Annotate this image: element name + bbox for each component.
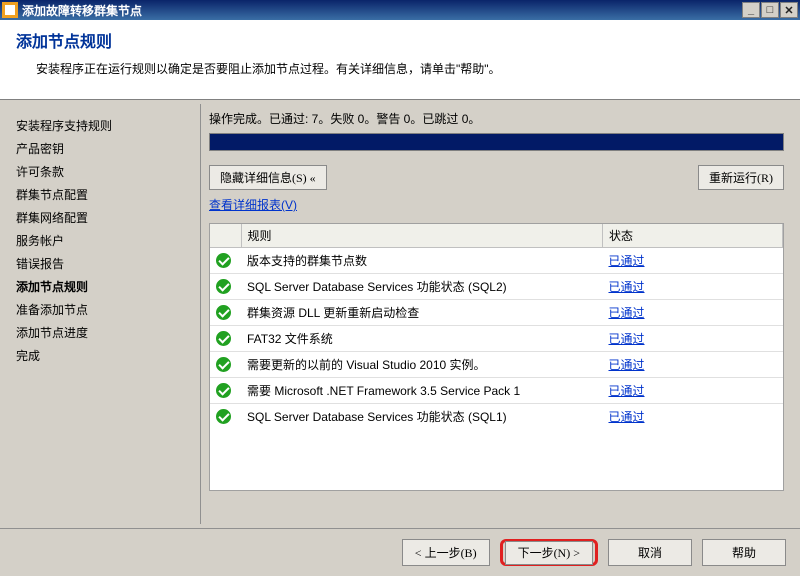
sidebar-item-4[interactable]: 群集网络配置: [16, 206, 200, 229]
status-link[interactable]: 已通过: [609, 410, 645, 424]
hide-details-label: 隐藏详细信息(S) «: [220, 169, 316, 186]
sidebar-item-10[interactable]: 完成: [16, 344, 200, 367]
sidebar-item-5[interactable]: 服务帐户: [16, 229, 200, 252]
col-icon: [210, 224, 241, 248]
rules-table: 规则 状态 版本支持的群集节点数已通过SQL Server Database S…: [210, 224, 783, 429]
table-row: 需要 Microsoft .NET Framework 3.5 Service …: [210, 378, 783, 404]
back-button[interactable]: < 上一步(B): [402, 539, 490, 566]
rule-cell: 群集资源 DLL 更新重新启动检查: [241, 300, 603, 326]
table-row: SQL Server Database Services 功能状态 (SQL2)…: [210, 274, 783, 300]
view-report-link[interactable]: 查看详细报表(V): [209, 198, 297, 212]
sidebar-item-7[interactable]: 添加节点规则: [16, 275, 200, 298]
progress-bar: [209, 133, 784, 151]
check-icon: [216, 409, 231, 424]
check-icon: [216, 331, 231, 346]
status-link[interactable]: 已通过: [609, 332, 645, 346]
maximize-button[interactable]: □: [761, 2, 779, 18]
sidebar-item-2[interactable]: 许可条款: [16, 160, 200, 183]
main-panel: 操作完成。已通过: 7。失败 0。警告 0。已跳过 0。 隐藏详细信息(S) «…: [200, 104, 792, 524]
table-row: 版本支持的群集节点数已通过: [210, 248, 783, 274]
check-icon: [216, 253, 231, 268]
sidebar-item-6[interactable]: 错误报告: [16, 252, 200, 275]
table-row: 群集资源 DLL 更新重新启动检查已通过: [210, 300, 783, 326]
wizard-sidebar: 安装程序支持规则产品密钥许可条款群集节点配置群集网络配置服务帐户错误报告添加节点…: [0, 100, 200, 528]
sidebar-item-3[interactable]: 群集节点配置: [16, 183, 200, 206]
sidebar-item-1[interactable]: 产品密钥: [16, 137, 200, 160]
page-description: 安装程序正在运行规则以确定是否要阻止添加节点过程。有关详细信息，请单击"帮助"。: [36, 60, 784, 77]
next-button[interactable]: 下一步(N) >: [505, 541, 593, 565]
col-rule: 规则: [241, 224, 603, 248]
sidebar-item-8[interactable]: 准备添加节点: [16, 298, 200, 321]
status-link[interactable]: 已通过: [609, 280, 645, 294]
page-header: 添加节点规则 安装程序正在运行规则以确定是否要阻止添加节点过程。有关详细信息，请…: [0, 20, 800, 100]
operation-status: 操作完成。已通过: 7。失败 0。警告 0。已跳过 0。: [209, 110, 784, 127]
check-icon: [216, 383, 231, 398]
wizard-footer: < 上一步(B) 下一步(N) > 取消 帮助: [0, 528, 800, 576]
check-icon: [216, 305, 231, 320]
status-link[interactable]: 已通过: [609, 358, 645, 372]
check-icon: [216, 357, 231, 372]
rule-cell: 需要更新的以前的 Visual Studio 2010 实例。: [241, 352, 603, 378]
close-button[interactable]: ✕: [780, 2, 798, 18]
rerun-label: 重新运行(R): [709, 169, 773, 186]
page-title: 添加节点规则: [16, 28, 784, 52]
help-button[interactable]: 帮助: [702, 539, 786, 566]
table-row: 需要更新的以前的 Visual Studio 2010 实例。已通过: [210, 352, 783, 378]
table-row: SQL Server Database Services 功能状态 (SQL1)…: [210, 404, 783, 430]
next-button-highlight: 下一步(N) >: [500, 539, 598, 566]
cancel-button[interactable]: 取消: [608, 539, 692, 566]
rule-cell: 需要 Microsoft .NET Framework 3.5 Service …: [241, 378, 603, 404]
status-link[interactable]: 已通过: [609, 384, 645, 398]
rerun-button[interactable]: 重新运行(R): [698, 165, 784, 190]
rules-table-container: 规则 状态 版本支持的群集节点数已通过SQL Server Database S…: [209, 223, 784, 491]
check-icon: [216, 279, 231, 294]
sidebar-item-9[interactable]: 添加节点进度: [16, 321, 200, 344]
rule-cell: FAT32 文件系统: [241, 326, 603, 352]
table-row: FAT32 文件系统已通过: [210, 326, 783, 352]
window-titlebar: 添加故障转移群集节点 _ □ ✕: [0, 0, 800, 20]
rule-cell: 版本支持的群集节点数: [241, 248, 603, 274]
sidebar-item-0[interactable]: 安装程序支持规则: [16, 114, 200, 137]
col-status: 状态: [603, 224, 783, 248]
rule-cell: SQL Server Database Services 功能状态 (SQL2): [241, 274, 603, 300]
status-link[interactable]: 已通过: [609, 254, 645, 268]
hide-details-button[interactable]: 隐藏详细信息(S) «: [209, 165, 327, 190]
window-title: 添加故障转移群集节点: [22, 2, 742, 19]
app-icon: [2, 2, 18, 18]
minimize-button[interactable]: _: [742, 2, 760, 18]
status-link[interactable]: 已通过: [609, 306, 645, 320]
rule-cell: SQL Server Database Services 功能状态 (SQL1): [241, 404, 603, 430]
